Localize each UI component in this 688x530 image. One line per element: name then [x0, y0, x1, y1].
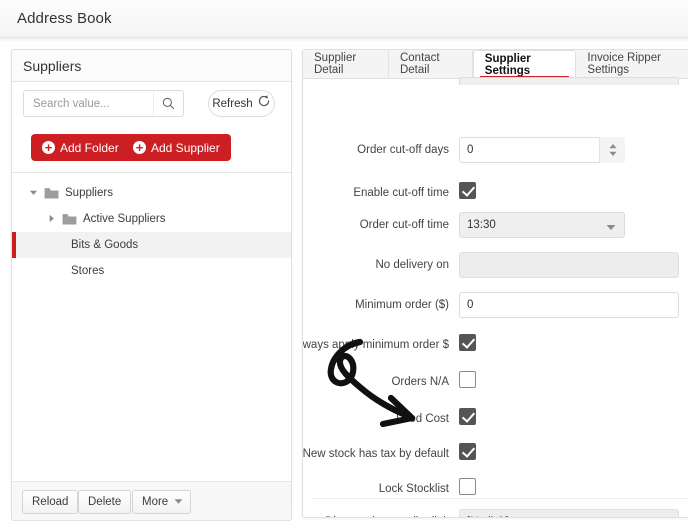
spinner-icon[interactable]: [599, 137, 625, 163]
field-label: New stock has tax by default: [302, 448, 449, 460]
tab-invoice-ripper-settings[interactable]: Invoice Ripper Settings: [576, 50, 688, 78]
no-delivery-on-input[interactable]: [459, 252, 679, 278]
tab-bar: Supplier Detail Contact Detail Supplier …: [303, 50, 688, 79]
field-label: Lock Stocklist: [378, 483, 449, 495]
tree-item-suppliers[interactable]: Suppliers: [12, 180, 291, 206]
field-label: Orders N/A: [391, 376, 449, 388]
folder-icon: [44, 187, 59, 199]
action-button-row: + Add Folder + Add Supplier: [12, 126, 291, 172]
page-title: Address Book: [17, 10, 112, 27]
add-supplier-button[interactable]: + Add Supplier: [122, 134, 231, 161]
tree-item-label: Active Suppliers: [83, 213, 166, 225]
field-label: Food Cost: [395, 413, 449, 425]
lock-stocklist-checkbox[interactable]: [459, 478, 476, 495]
field-new-stock-has-tax: New stock has tax by default: [303, 443, 688, 465]
field-food-cost: Food Cost: [303, 408, 688, 430]
tab-label: Invoice Ripper Settings: [587, 52, 661, 76]
tree-item-bits-and-goods[interactable]: Bits & Goods: [12, 232, 291, 258]
field-no-delivery-on: No delivery on: [303, 252, 688, 278]
caret-down-icon[interactable]: [29, 188, 40, 199]
field-always-apply-minimum-order: Always apply minimum order $: [303, 334, 688, 356]
settings-form: Order cut-off days 0 Enable cut-off time…: [303, 77, 688, 517]
sidebar-toolbar: Reload Delete More: [11, 481, 292, 521]
add-folder-button[interactable]: + Add Folder: [31, 134, 130, 161]
field-label: No delivery on: [375, 259, 449, 271]
refresh-button-label: Refresh: [212, 97, 253, 110]
reload-button-label: Reload: [32, 496, 69, 508]
add-supplier-label: Add Supplier: [151, 140, 220, 155]
plus-circle-icon: +: [42, 141, 55, 154]
always-apply-minimum-order-checkbox[interactable]: [459, 334, 476, 351]
search-box[interactable]: [23, 90, 184, 117]
header-shadow: [0, 38, 688, 42]
field-enable-cut-off-time: Enable cut-off time: [303, 182, 688, 204]
app-root: Address Book Suppliers Refresh: [0, 0, 688, 530]
suppliers-panel-title: Suppliers: [23, 58, 82, 74]
delete-button-label: Delete: [88, 496, 122, 508]
field-order-cut-off-time: Order cut-off time 13:30: [303, 212, 688, 238]
tab-label: Supplier Detail: [314, 52, 357, 76]
field-label: Order cut-off days: [357, 144, 449, 156]
chevron-down-icon: [174, 496, 183, 508]
tab-contact-detail[interactable]: Contact Detail: [388, 50, 473, 78]
tree-item-active-suppliers[interactable]: Active Suppliers: [12, 206, 291, 232]
supplier-tree: Suppliers Active Suppliers Bits & Goods: [12, 180, 291, 284]
order-cut-off-time-select[interactable]: 13:30: [459, 212, 625, 238]
field-lock-stocklist: Lock Stocklist: [303, 478, 688, 500]
window-header: Address Book: [0, 0, 688, 38]
search-input[interactable]: [31, 91, 153, 116]
supplier-settings-panel: Supplier Detail Contact Detail Supplier …: [302, 49, 688, 518]
tree-item-label: Suppliers: [65, 187, 113, 199]
search-row: Refresh: [12, 83, 291, 128]
caret-right-icon[interactable]: [47, 214, 58, 225]
plus-circle-icon: +: [133, 141, 146, 154]
suppliers-panel: Suppliers Refresh: [11, 49, 292, 511]
tree-item-label: Stores: [71, 265, 105, 277]
field-label: Minimum order ($): [355, 299, 449, 311]
delete-button[interactable]: Delete: [78, 490, 132, 514]
enable-cut-off-time-checkbox[interactable]: [459, 182, 476, 199]
tab-supplier-settings[interactable]: Supplier Settings: [472, 50, 577, 79]
orders-na-checkbox[interactable]: [459, 371, 476, 388]
field-order-cut-off-days: Order cut-off days 0: [303, 137, 688, 163]
reload-button[interactable]: Reload: [22, 490, 79, 514]
direct-order-supplier-link-input[interactable]: [No link]: [459, 509, 679, 517]
form-footer-divider: [313, 498, 688, 499]
field-label: Always apply minimum order $: [302, 339, 449, 351]
tab-supplier-detail[interactable]: Supplier Detail: [303, 50, 389, 78]
more-button[interactable]: More: [132, 490, 192, 514]
add-folder-label: Add Folder: [60, 140, 119, 155]
panel-divider: [12, 172, 291, 173]
refresh-button[interactable]: Refresh: [208, 90, 275, 117]
more-button-label: More: [142, 496, 169, 508]
field-value: 13:30: [467, 219, 496, 231]
field-value: [No link]: [467, 516, 509, 517]
field-value: 0: [467, 144, 474, 156]
new-stock-has-tax-checkbox[interactable]: [459, 443, 476, 460]
folder-icon: [62, 213, 77, 225]
field-minimum-order: Minimum order ($) 0: [303, 292, 688, 318]
chevron-down-icon: [606, 222, 616, 234]
tree-item-label: Bits & Goods: [71, 239, 139, 251]
search-icon[interactable]: [153, 91, 183, 116]
field-label: Enable cut-off time: [353, 187, 449, 199]
suppliers-panel-header: Suppliers: [12, 50, 291, 82]
scrolled-field-partial: [459, 77, 679, 85]
refresh-icon: [257, 94, 271, 113]
tree-item-stores[interactable]: Stores: [12, 258, 291, 284]
minimum-order-input[interactable]: 0: [459, 292, 679, 318]
field-label: Order cut-off time: [359, 219, 449, 231]
tab-label: Supplier Settings: [484, 53, 531, 77]
field-value: 0: [467, 299, 474, 311]
field-orders-na: Orders N/A: [303, 371, 688, 393]
field-label: Direct order supplier link: [303, 516, 449, 517]
tab-label: Contact Detail: [399, 52, 440, 76]
food-cost-checkbox[interactable]: [459, 408, 476, 425]
field-direct-order-supplier-link: Direct order supplier link [No link]: [303, 509, 688, 517]
